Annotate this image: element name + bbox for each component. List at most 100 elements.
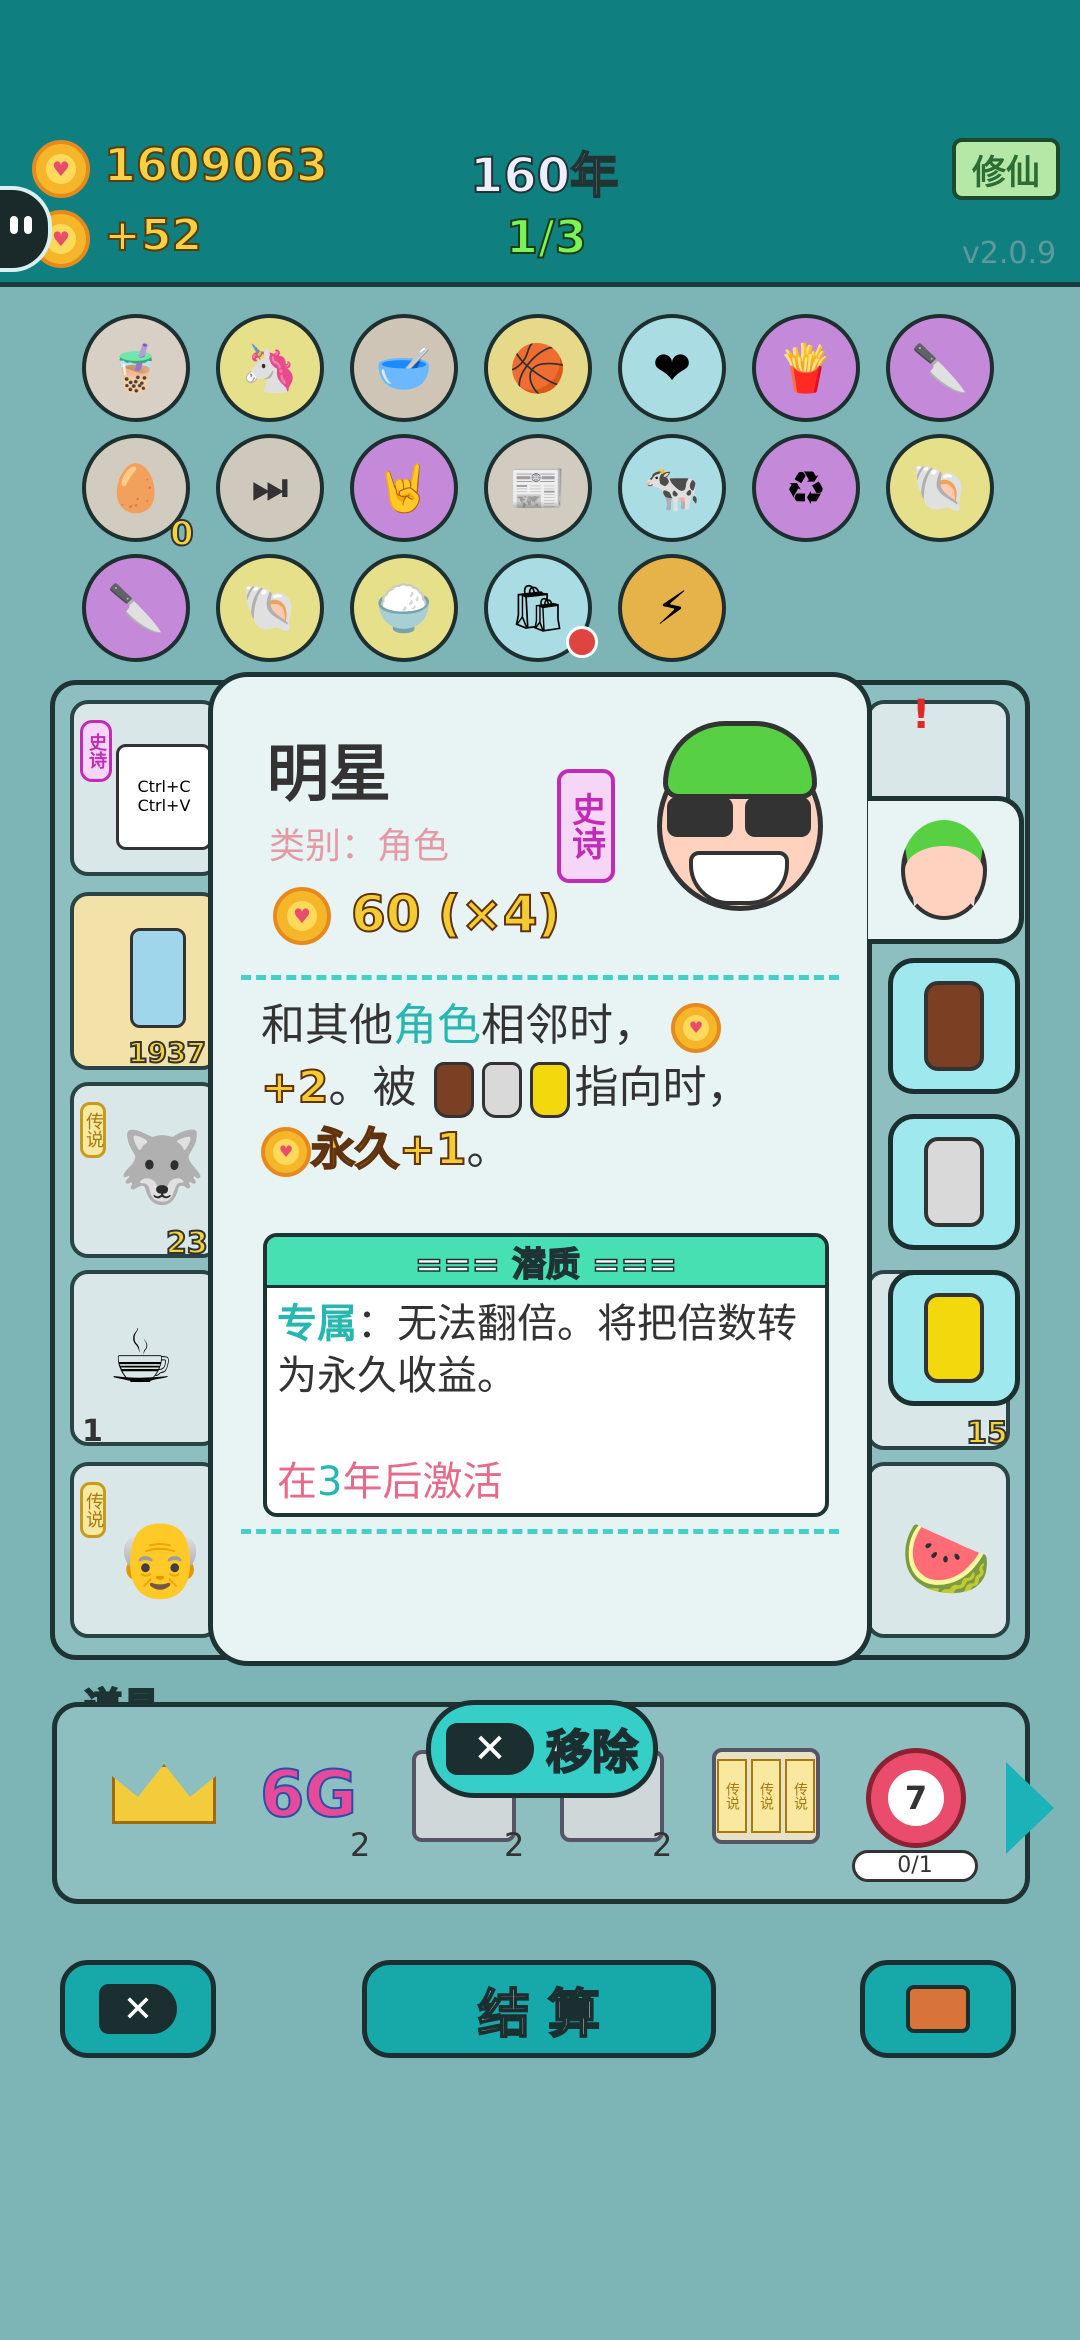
legendary-tag: 传说 (785, 1759, 815, 1833)
item-6g[interactable]: 6G (259, 1757, 358, 1833)
yellow-pointing-finger-icon (530, 1062, 571, 1118)
right-card-count: 15 (965, 1415, 1009, 1452)
star-character-icon (633, 711, 843, 921)
potential-title: === 潜质 === (267, 1237, 825, 1288)
desc-bonus: +2 (260, 1061, 329, 1114)
ctrl-v-label: Ctrl+V (137, 796, 191, 815)
target-number: 7 (888, 1770, 944, 1826)
epic-tag: 史诗 (80, 720, 112, 782)
potential-text: 专属：无法翻倍。将把倍数转为永久收益。 (267, 1288, 825, 1402)
heart-sign-icon[interactable]: ❤ (618, 314, 726, 422)
symbol-category: 类别：角色 (269, 826, 450, 867)
close-icon: ✕ (99, 1984, 177, 2034)
skip-icon[interactable]: ⏭ (216, 434, 324, 542)
epic-rarity-tag: 史诗 (557, 769, 615, 883)
settle-label: 结 算 (477, 1984, 601, 2046)
cleaver-icon[interactable]: 🔪 (886, 314, 994, 422)
rice-bowl-icon[interactable]: 🍚 (350, 554, 458, 662)
activation-years: 3 (317, 1459, 343, 1505)
legendary-tag: 传说 (751, 1759, 781, 1833)
husky-king-icon: 🐺 (118, 1126, 206, 1208)
legendary-tag: 传说 (80, 1482, 106, 1538)
settle-button[interactable]: 结 算 (362, 1960, 716, 2058)
coin-total: 1609063 (103, 137, 329, 193)
shell-icon[interactable]: 🐚 (216, 554, 324, 662)
grid-card-husky[interactable]: 传说 🐺 23 (70, 1082, 220, 1262)
yellow-rock-hand-icon (924, 1293, 984, 1383)
cleaver-icon[interactable]: 🔪 (82, 554, 190, 662)
brown-rock-hand-icon (924, 981, 984, 1071)
fridge-count: 1937 (127, 1035, 207, 1070)
egg-tray-count: 0 (169, 513, 195, 555)
income-per-turn: +52 (103, 209, 203, 262)
item-count: 2 (504, 1826, 525, 1864)
alert-icon: ! (912, 692, 931, 738)
coin-icon: ♥ (261, 1127, 311, 1177)
ctrl-c-label: Ctrl+C (137, 777, 191, 796)
cows-icon[interactable]: 🐄 (618, 434, 726, 542)
fries-icon[interactable]: 🍟 (752, 314, 860, 422)
remove-badge-icon (566, 626, 598, 658)
gray-rock-hand-icon (924, 1137, 984, 1227)
potential-keyword: 专属 (277, 1301, 357, 1347)
cultivate-button[interactable]: 修仙 (952, 138, 1060, 200)
discard-button[interactable]: ✕ (60, 1960, 216, 2058)
brown-pointing-finger-icon (434, 1062, 475, 1118)
next-arrow-icon[interactable] (1006, 1762, 1054, 1854)
grid-card-fridge[interactable]: 1937 (70, 892, 220, 1070)
item-legend-cards[interactable]: 传说 传说 传说 (712, 1748, 820, 1844)
desc-permanent-bonus: 永久+1 (310, 1123, 467, 1176)
tab-brown-finger[interactable] (888, 958, 1020, 1094)
activation-text: 在3年后激活 (277, 1449, 502, 1507)
symbol-value: 60 (×4) (350, 884, 561, 944)
unicorn-icon[interactable]: 🦄 (216, 314, 324, 422)
remove-button[interactable]: ✕ 移除 (426, 1700, 658, 1798)
dog-bowl-icon[interactable]: 🥣 (350, 314, 458, 422)
desc-text: 相邻时， (481, 1000, 657, 1051)
basketballs-icon[interactable]: 🏀 (484, 314, 592, 422)
coffee-cup-icon: ☕ (108, 1314, 175, 1400)
fridge-icon (130, 928, 186, 1028)
item-count: 2 (652, 1826, 673, 1864)
version-label: v2.0.9 (962, 236, 1057, 271)
star-character-icon (900, 820, 987, 920)
divider (241, 975, 839, 980)
item-count: 2 (350, 1826, 371, 1864)
grid-card-ctrl[interactable]: 史诗 Ctrl+C Ctrl+V (70, 700, 220, 876)
shell-icon[interactable]: 🐚 (886, 434, 994, 542)
crown-icon[interactable] (112, 1764, 216, 1832)
pause-bar-icon (10, 216, 18, 234)
time-magazine-icon[interactable]: 📰 (484, 434, 592, 542)
rock-hand-icon[interactable]: 🤘 (350, 434, 458, 542)
activation-prefix: 在 (277, 1459, 317, 1505)
legendary-tag: 传说 (80, 1102, 106, 1158)
watermelon-icon: 🍉 (900, 1516, 993, 1602)
tab-star-character[interactable] (868, 796, 1024, 944)
recycle-icon[interactable]: ♻ (752, 434, 860, 542)
target-progress: 0/1 (852, 1850, 978, 1882)
briefcase-icon (906, 1985, 970, 2033)
coin-icon: ♥ (32, 140, 90, 198)
tab-yellow-finger[interactable] (888, 1270, 1020, 1406)
husky-count: 23 (165, 1225, 209, 1262)
inventory-button[interactable] (860, 1960, 1016, 2058)
cultivate-label: 修仙 (972, 152, 1040, 193)
target-item-icon[interactable]: 7 (866, 1748, 966, 1848)
grid-card-coffee[interactable]: ☕ 1 (70, 1270, 220, 1449)
close-icon: ✕ (446, 1723, 534, 1775)
coin-icon: ♥ (671, 1003, 721, 1053)
desc-text: 和其他 (261, 1000, 393, 1051)
tab-gray-finger[interactable] (888, 1114, 1020, 1250)
symbol-inventory: 🧋 🦄 🥣 🏀 ❤ 🍟 🔪 🥚 0 ⏭ 🤘 📰 🐄 ♻ 🐚 🔪 🐚 🍚 🛍 ⚡ (82, 314, 1022, 674)
gray-pointing-finger-icon (482, 1062, 523, 1118)
grid-card-grandpa[interactable]: 传说 👴 (70, 1462, 220, 1638)
bubble-tea-icon[interactable]: 🧋 (82, 314, 190, 422)
remove-label: 移除 (545, 1724, 639, 1780)
desc-keyword-character: 角色 (393, 1000, 481, 1051)
year-counter: 160年 (469, 147, 619, 205)
symbol-description: 和其他角色相邻时， ♥ +2。被 指向时， ♥ 永久+1。 (260, 995, 781, 1181)
lightning-icon[interactable]: ⚡ (618, 554, 726, 662)
divider (241, 1529, 839, 1534)
grid-card-watermelon[interactable]: 🍉 (866, 1462, 1010, 1638)
grandpa-icon: 👴 (114, 1516, 207, 1602)
